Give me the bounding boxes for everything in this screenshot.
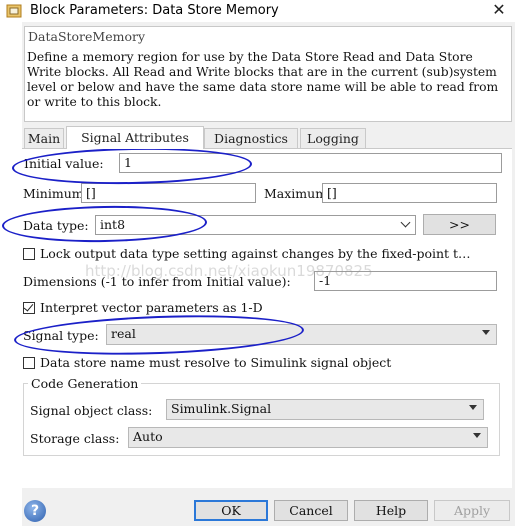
- help-button[interactable]: Help: [354, 500, 428, 521]
- watermark: http://blog.csdn.net/xiaokun19870825: [85, 262, 373, 280]
- data-type-assistant-button[interactable]: >>: [423, 214, 496, 235]
- signal-object-class-label: Signal object class:: [30, 403, 153, 418]
- signal-type-value: real: [111, 326, 136, 341]
- signal-type-label: Signal type:: [23, 328, 99, 343]
- minimum-label: Minimum:: [23, 186, 88, 201]
- dropdown-arrow-icon: [473, 433, 481, 438]
- resolve-signal-label: Data store name must resolve to Simulink…: [40, 355, 392, 370]
- lock-data-type-checkbox[interactable]: [23, 248, 35, 260]
- tab-signal-attributes[interactable]: Signal Attributes: [66, 126, 204, 149]
- tab-diagnostics[interactable]: Diagnostics: [204, 128, 298, 148]
- tab-logging[interactable]: Logging: [300, 128, 366, 148]
- apply-button[interactable]: Apply: [434, 500, 510, 521]
- minimum-input[interactable]: []: [81, 183, 256, 203]
- initial-value-input[interactable]: 1: [119, 153, 502, 173]
- tab-main[interactable]: Main: [24, 128, 64, 148]
- storage-class-value: Auto: [133, 429, 163, 444]
- maximum-input[interactable]: []: [322, 183, 497, 203]
- signal-object-class-value: Simulink.Signal: [171, 401, 272, 416]
- data-type-value: int8: [100, 217, 126, 232]
- chevron-down-icon: [400, 217, 411, 228]
- code-generation-title: Code Generation: [28, 376, 142, 391]
- simulink-block-icon: [6, 4, 22, 18]
- dropdown-arrow-icon: [482, 330, 490, 335]
- storage-class-dropdown[interactable]: Auto: [128, 427, 488, 448]
- ok-button[interactable]: OK: [194, 500, 268, 521]
- block-description: Define a memory region for use by the Da…: [27, 50, 499, 109]
- window-title: Block Parameters: Data Store Memory: [30, 3, 279, 18]
- help-icon[interactable]: ?: [24, 500, 46, 522]
- checkmark-icon: [23, 301, 34, 312]
- cancel-button[interactable]: Cancel: [274, 500, 348, 521]
- data-type-dropdown[interactable]: int8: [95, 215, 416, 235]
- interpret-vector-checkbox[interactable]: [23, 301, 35, 314]
- resolve-signal-checkbox[interactable]: [23, 357, 35, 369]
- signal-object-class-dropdown[interactable]: Simulink.Signal: [166, 399, 484, 420]
- signal-type-dropdown[interactable]: real: [106, 324, 497, 345]
- lock-data-type-label: Lock output data type setting against ch…: [40, 246, 471, 261]
- initial-value-label: Initial value:: [24, 156, 104, 171]
- storage-class-label: Storage class:: [30, 431, 120, 446]
- dropdown-arrow-icon: [469, 405, 477, 410]
- interpret-vector-label: Interpret vector parameters as 1-D: [40, 300, 263, 315]
- data-type-label: Data type:: [23, 218, 89, 233]
- block-name: DataStoreMemory: [28, 29, 146, 44]
- close-icon[interactable]: ✕: [490, 1, 508, 19]
